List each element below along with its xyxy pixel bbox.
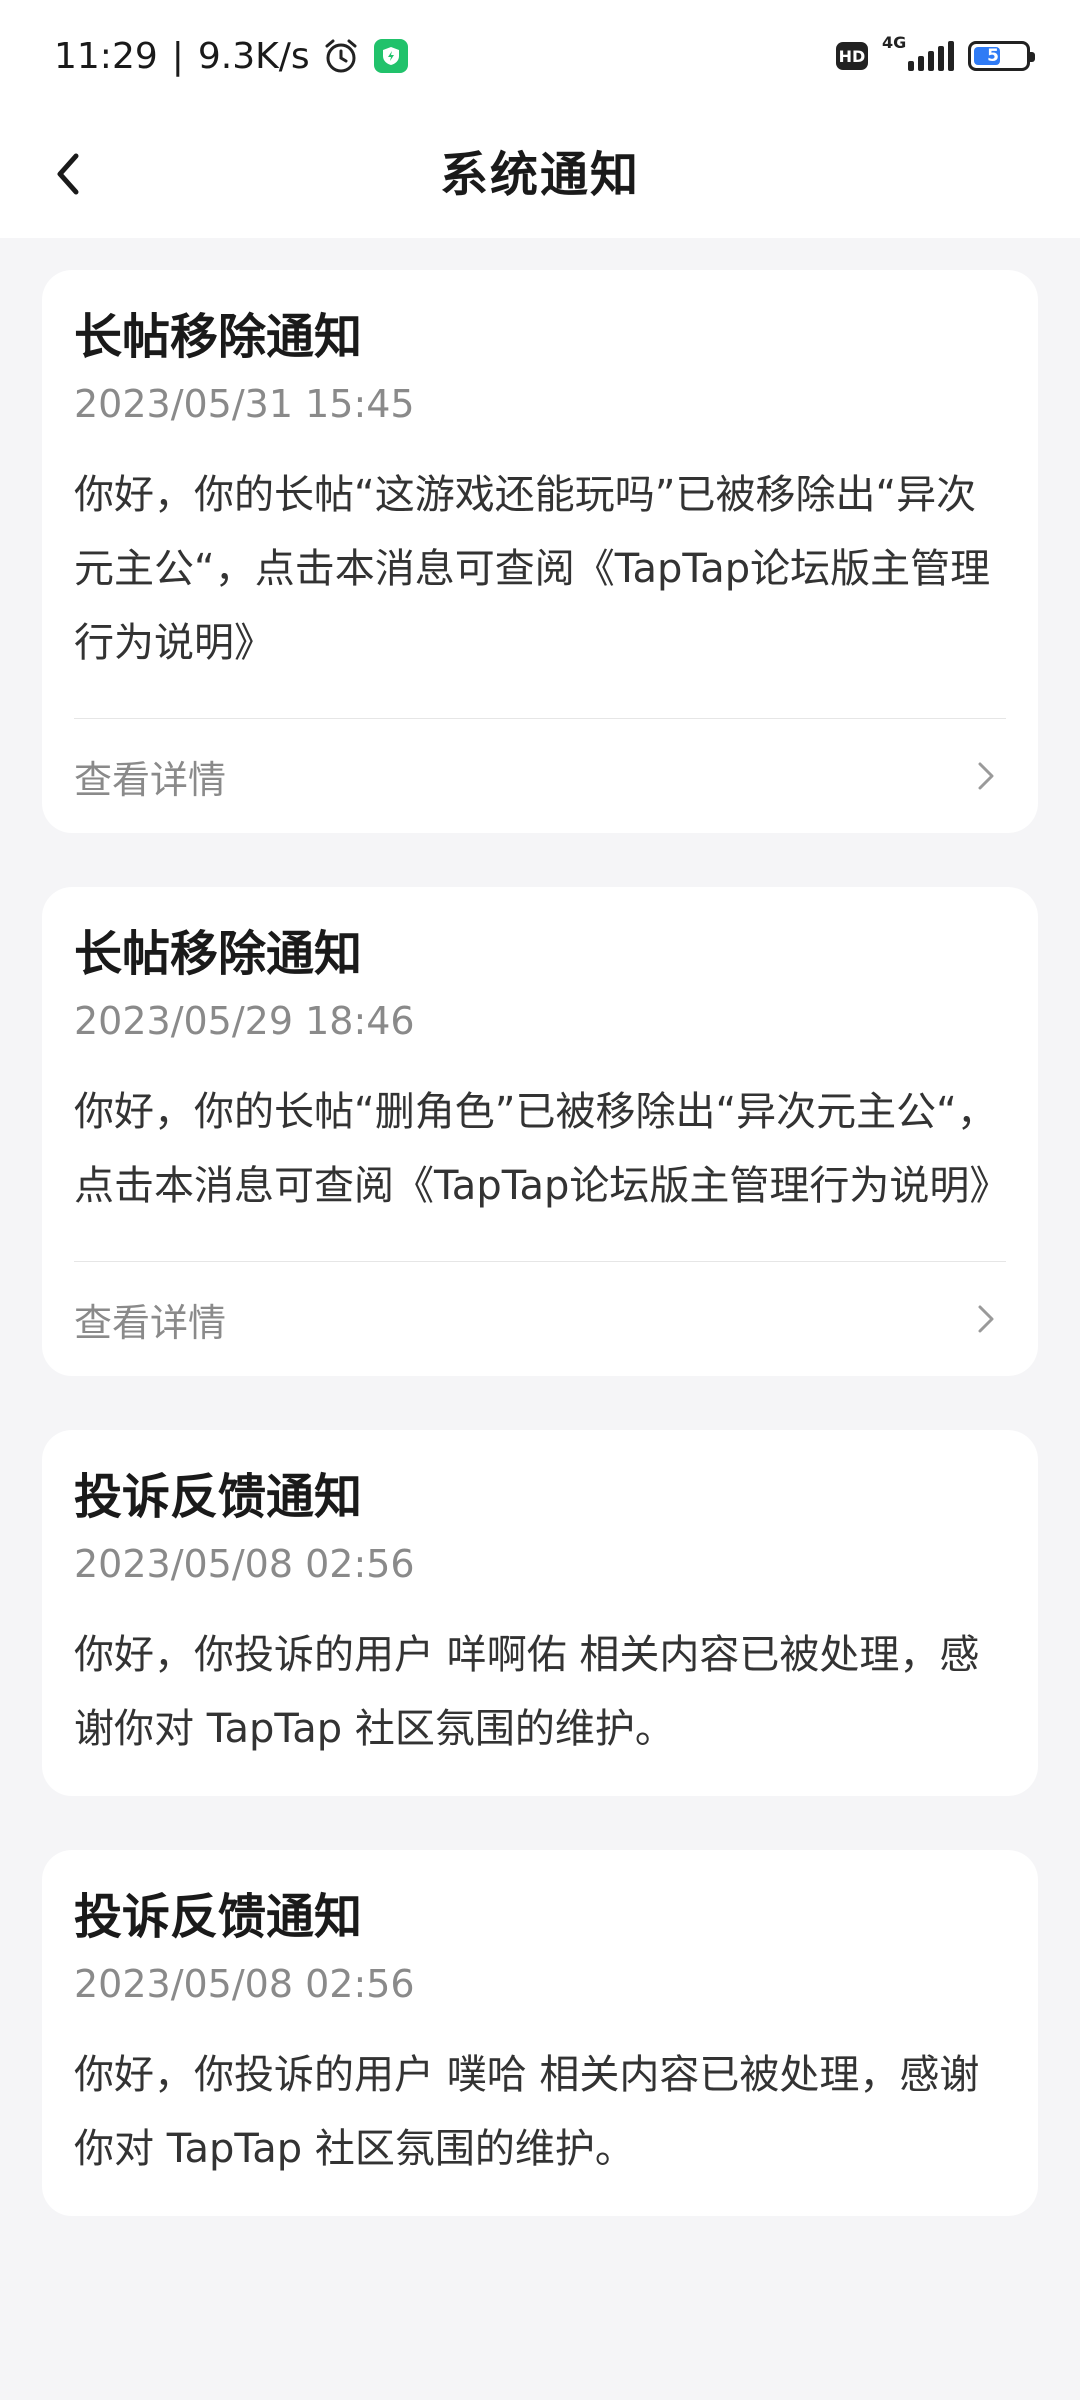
status-bar: 11:29 | 9.3K/s HD 4G 51 xyxy=(0,0,1080,110)
header: 系统通知 xyxy=(0,110,1080,238)
view-details-label: 查看详情 xyxy=(74,1300,227,1345)
notification-card[interactable]: 投诉反馈通知 2023/05/08 02:56 你好，你投诉的用户 噗哈 相关内… xyxy=(42,1850,1038,2216)
signal-icon: 4G xyxy=(882,33,954,71)
notification-time: 2023/05/31 15:45 xyxy=(74,382,415,426)
view-details-label: 查看详情 xyxy=(74,757,227,802)
notification-body: 你好，你的长帖“这游戏还能玩吗”已被移除出“异次元主公“，点击本消息可查阅《Ta… xyxy=(74,472,991,666)
battery-level: 51 xyxy=(987,46,1011,66)
notification-list: 长帖移除通知 2023/05/31 15:45 你好，你的长帖“这游戏还能玩吗”… xyxy=(42,270,1038,2270)
page-title: 系统通知 xyxy=(439,147,640,203)
view-details-row[interactable]: 查看详情 xyxy=(74,1262,1006,1376)
status-right: HD 4G 51 xyxy=(836,30,1035,82)
status-time: 11:29 xyxy=(54,35,158,77)
notification-card[interactable]: 长帖移除通知 2023/05/29 18:46 你好，你的长帖“删角色”已被移除… xyxy=(42,887,1038,1376)
net-speed: 9.3K/s xyxy=(197,35,310,77)
notification-card[interactable]: 长帖移除通知 2023/05/31 15:45 你好，你的长帖“这游戏还能玩吗”… xyxy=(42,270,1038,833)
notification-title: 长帖移除通知 xyxy=(74,926,363,982)
view-details-row[interactable]: 查看详情 xyxy=(74,719,1006,833)
notification-card[interactable]: 投诉反馈通知 2023/05/08 02:56 你好，你投诉的用户 咩啊佑 相关… xyxy=(42,1430,1038,1796)
network-type: 4G xyxy=(882,33,907,52)
alarm-icon xyxy=(322,37,360,75)
notification-time: 2023/05/08 02:56 xyxy=(74,1962,415,2006)
status-left: 11:29 | 9.3K/s xyxy=(54,28,408,84)
notification-title: 投诉反馈通知 xyxy=(74,1469,363,1525)
status-separator: | xyxy=(171,35,184,77)
notification-time: 2023/05/08 02:56 xyxy=(74,1542,415,1586)
hd-badge: HD xyxy=(836,42,868,70)
notification-title: 长帖移除通知 xyxy=(74,309,363,365)
notification-title: 投诉反馈通知 xyxy=(74,1889,363,1945)
chevron-right-icon xyxy=(966,756,1006,796)
battery-icon: 51 xyxy=(968,41,1035,71)
shield-app-icon xyxy=(373,39,408,73)
notification-body: 你好，你投诉的用户 噗哈 相关内容已被处理，感谢你对 TapTap 社区氛围的维… xyxy=(74,2052,980,2172)
notification-time: 2023/05/29 18:46 xyxy=(74,999,415,1043)
chevron-right-icon xyxy=(966,1299,1006,1339)
notification-body: 你好，你的长帖“删角色”已被移除出“异次元主公“，点击本消息可查阅《TapTap… xyxy=(74,1089,1010,1209)
notification-body: 你好，你投诉的用户 咩啊佑 相关内容已被处理，感谢你对 TapTap 社区氛围的… xyxy=(74,1632,980,1752)
